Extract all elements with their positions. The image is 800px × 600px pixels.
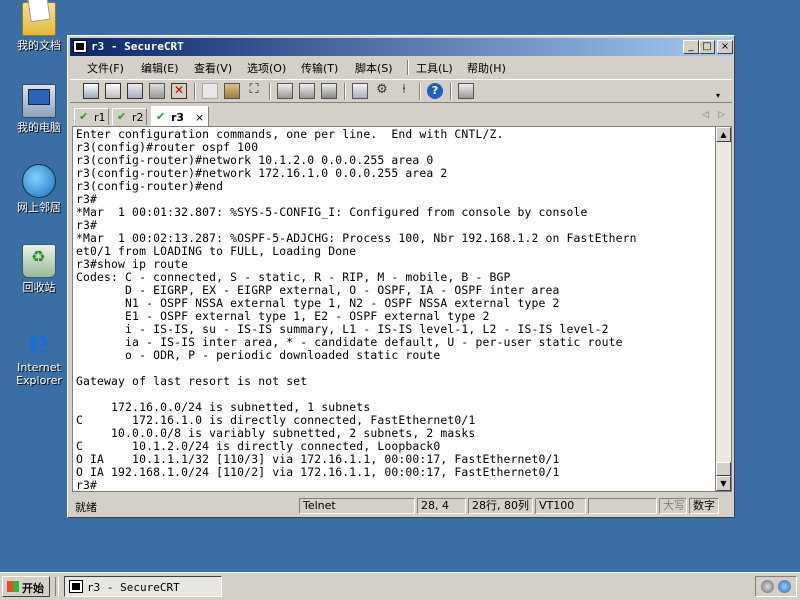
- print-setup-icon[interactable]: [277, 83, 293, 99]
- status-emulation: VT100: [535, 498, 586, 514]
- tray-network-icon[interactable]: [778, 580, 791, 593]
- desktop-icon-label: 回收站: [22, 281, 56, 294]
- status-protocol: Telnet: [299, 498, 415, 514]
- title-bar[interactable]: r3 - SecureCRT _ □ ×: [70, 38, 733, 56]
- menu-file[interactable]: 文件(F): [87, 60, 124, 76]
- window-title: r3 - SecureCRT: [91, 40, 184, 53]
- about-icon[interactable]: [458, 83, 474, 99]
- tab-r2[interactable]: ✔ r2: [112, 108, 147, 125]
- start-label: 开始: [22, 582, 44, 595]
- status-num: 数字: [689, 498, 719, 514]
- tab-scroll-right-icon[interactable]: ▷: [718, 110, 725, 120]
- terminal-app-icon: [69, 580, 83, 593]
- menu-tools[interactable]: 工具(L): [416, 60, 453, 76]
- connect-icon[interactable]: [83, 83, 99, 99]
- taskbar-button-securecrt[interactable]: r3 - SecureCRT: [64, 576, 222, 597]
- tab-label: r2: [132, 111, 144, 124]
- toolbar-separator: [450, 83, 452, 100]
- system-tray: [755, 576, 797, 597]
- tab-close-icon[interactable]: ×: [195, 111, 204, 124]
- close-button[interactable]: ×: [717, 40, 733, 54]
- desktop-icon-label: Internet Explorer: [16, 361, 62, 387]
- tab-r1[interactable]: ✔ r1: [74, 108, 109, 125]
- scroll-up-icon[interactable]: ▲: [716, 127, 731, 142]
- toolbar-separator: [419, 83, 421, 100]
- folder-icon: [22, 2, 56, 36]
- toolbar-separator: [194, 83, 196, 100]
- minimize-button[interactable]: _: [683, 40, 699, 54]
- start-button[interactable]: 开始: [2, 576, 50, 597]
- toolbar: ✕ ⛶ ⚙ ⍿ ? ▾: [70, 79, 732, 103]
- securecrt-window: r3 - SecureCRT _ □ × 文件(F) 编辑(E) 查看(V) 选…: [67, 35, 735, 518]
- menu-transfer[interactable]: 传输(T): [301, 60, 338, 76]
- desktop-icon-label: 我的文档: [17, 39, 61, 52]
- copy-icon[interactable]: [202, 83, 218, 99]
- connected-check-icon: ✔: [156, 110, 166, 123]
- desktop-icon-label: 网上邻居: [17, 201, 61, 214]
- desktop-icon-label: 我的电脑: [17, 121, 61, 134]
- taskbar-separator: [55, 577, 59, 596]
- help-icon[interactable]: ?: [427, 83, 443, 99]
- scroll-thumb[interactable]: [716, 462, 731, 476]
- tab-scroll-left-icon[interactable]: ◁: [702, 110, 709, 120]
- menu-help[interactable]: 帮助(H): [467, 60, 506, 76]
- desktop-icon-internet-explorer[interactable]: e Internet Explorer: [8, 322, 70, 387]
- status-caps: 大写: [659, 498, 687, 514]
- recycle-bin-icon: [22, 244, 56, 278]
- global-options-gear-icon[interactable]: ⚙: [374, 83, 390, 99]
- status-cursor-position: 28, 4: [417, 498, 466, 514]
- status-ready: 就绪: [75, 501, 97, 514]
- print-icon[interactable]: [321, 83, 337, 99]
- paste-icon[interactable]: [224, 83, 240, 99]
- desktop-icon-network-places[interactable]: 网上邻居: [8, 164, 70, 214]
- computer-icon: [22, 84, 56, 118]
- tab-label: r1: [94, 111, 106, 124]
- toolbar-separator: [269, 83, 271, 100]
- status-terminal-size: 28行, 80列: [468, 498, 533, 514]
- menu-bar: 文件(F) 编辑(E) 查看(V) 选项(O) 传输(T) 脚本(S) 工具(L…: [70, 57, 732, 77]
- tray-volume-icon[interactable]: [761, 580, 774, 593]
- menu-edit[interactable]: 编辑(E): [141, 60, 179, 76]
- session-options-icon[interactable]: [352, 83, 368, 99]
- menu-view[interactable]: 查看(V): [194, 60, 232, 76]
- network-globe-icon: [22, 164, 56, 198]
- connected-check-icon: ✔: [79, 110, 89, 123]
- internet-explorer-icon: e: [28, 322, 50, 362]
- toolbar-separator: [344, 83, 346, 100]
- desktop-icon-my-documents[interactable]: 我的文档: [8, 2, 70, 52]
- status-empty-field: [588, 498, 657, 514]
- status-bar: 就绪 Telnet 28, 4 28行, 80列 VT100 大写 数字: [70, 497, 732, 515]
- keymap-pin-icon[interactable]: ⍿: [396, 83, 412, 99]
- menu-separator: [407, 60, 409, 75]
- terminal-output[interactable]: Enter configuration commands, one per li…: [72, 126, 715, 492]
- vertical-scrollbar[interactable]: ▲ ▼: [715, 126, 732, 492]
- connected-check-icon: ✔: [117, 110, 127, 123]
- terminal-text: Enter configuration commands, one per li…: [76, 127, 637, 492]
- tab-r3[interactable]: ✔ r3 ×: [151, 106, 209, 126]
- maximize-button[interactable]: □: [699, 40, 715, 54]
- taskbar-button-label: r3 - SecureCRT: [87, 581, 180, 594]
- print-screen-icon[interactable]: [299, 83, 315, 99]
- quick-connect-icon[interactable]: [105, 83, 121, 99]
- session-tabs: ✔ r1 ✔ r2 ✔ r3 × ◁ ▷: [70, 105, 732, 126]
- menu-script[interactable]: 脚本(S): [355, 60, 393, 76]
- disconnect-icon[interactable]: ✕: [171, 83, 187, 99]
- terminal-app-icon[interactable]: [73, 40, 87, 53]
- toolbar-chevron-icon[interactable]: ▾: [716, 92, 725, 100]
- scroll-down-icon[interactable]: ▼: [716, 476, 731, 491]
- windows-flag-icon: [7, 581, 19, 592]
- reconnect-icon[interactable]: [149, 83, 165, 99]
- menu-options[interactable]: 选项(O): [247, 60, 286, 76]
- desktop-icon-my-computer[interactable]: 我的电脑: [8, 84, 70, 134]
- find-binoculars-icon[interactable]: ⛶: [246, 83, 262, 99]
- tab-label: r3: [171, 111, 185, 124]
- desktop-icon-recycle-bin[interactable]: 回收站: [8, 244, 70, 294]
- taskbar: 开始 r3 - SecureCRT: [0, 572, 800, 600]
- connect-tab-icon[interactable]: [127, 83, 143, 99]
